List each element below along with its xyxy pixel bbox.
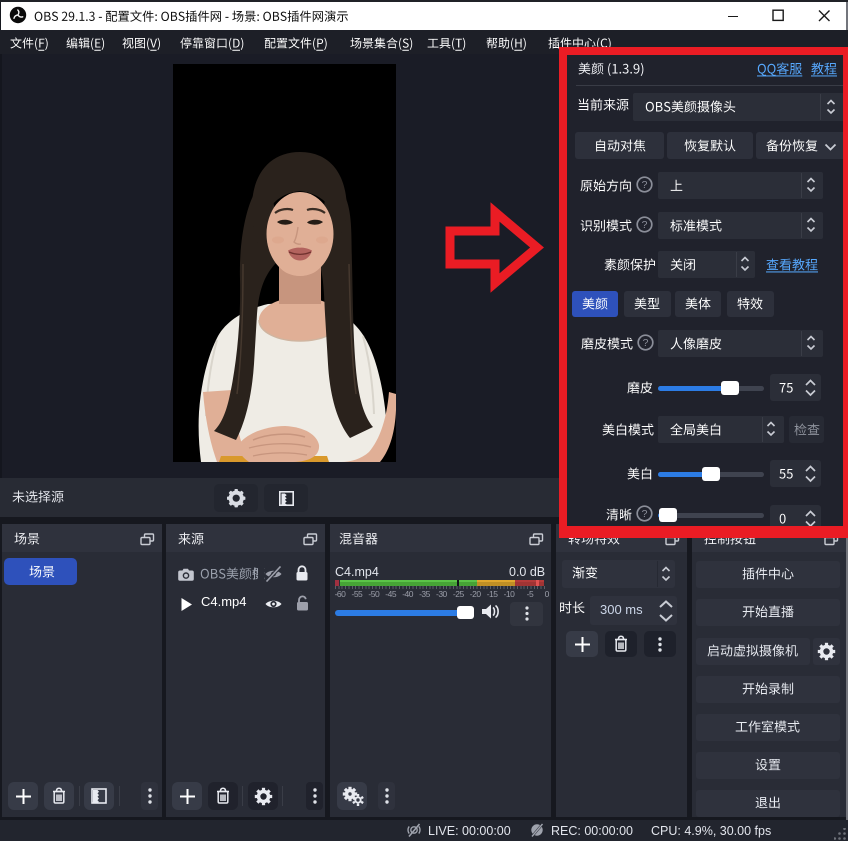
svg-text:?: ? <box>642 219 648 231</box>
svg-text:?: ? <box>643 337 649 349</box>
svg-text:?: ? <box>642 508 648 520</box>
svg-text:?: ? <box>642 179 648 191</box>
